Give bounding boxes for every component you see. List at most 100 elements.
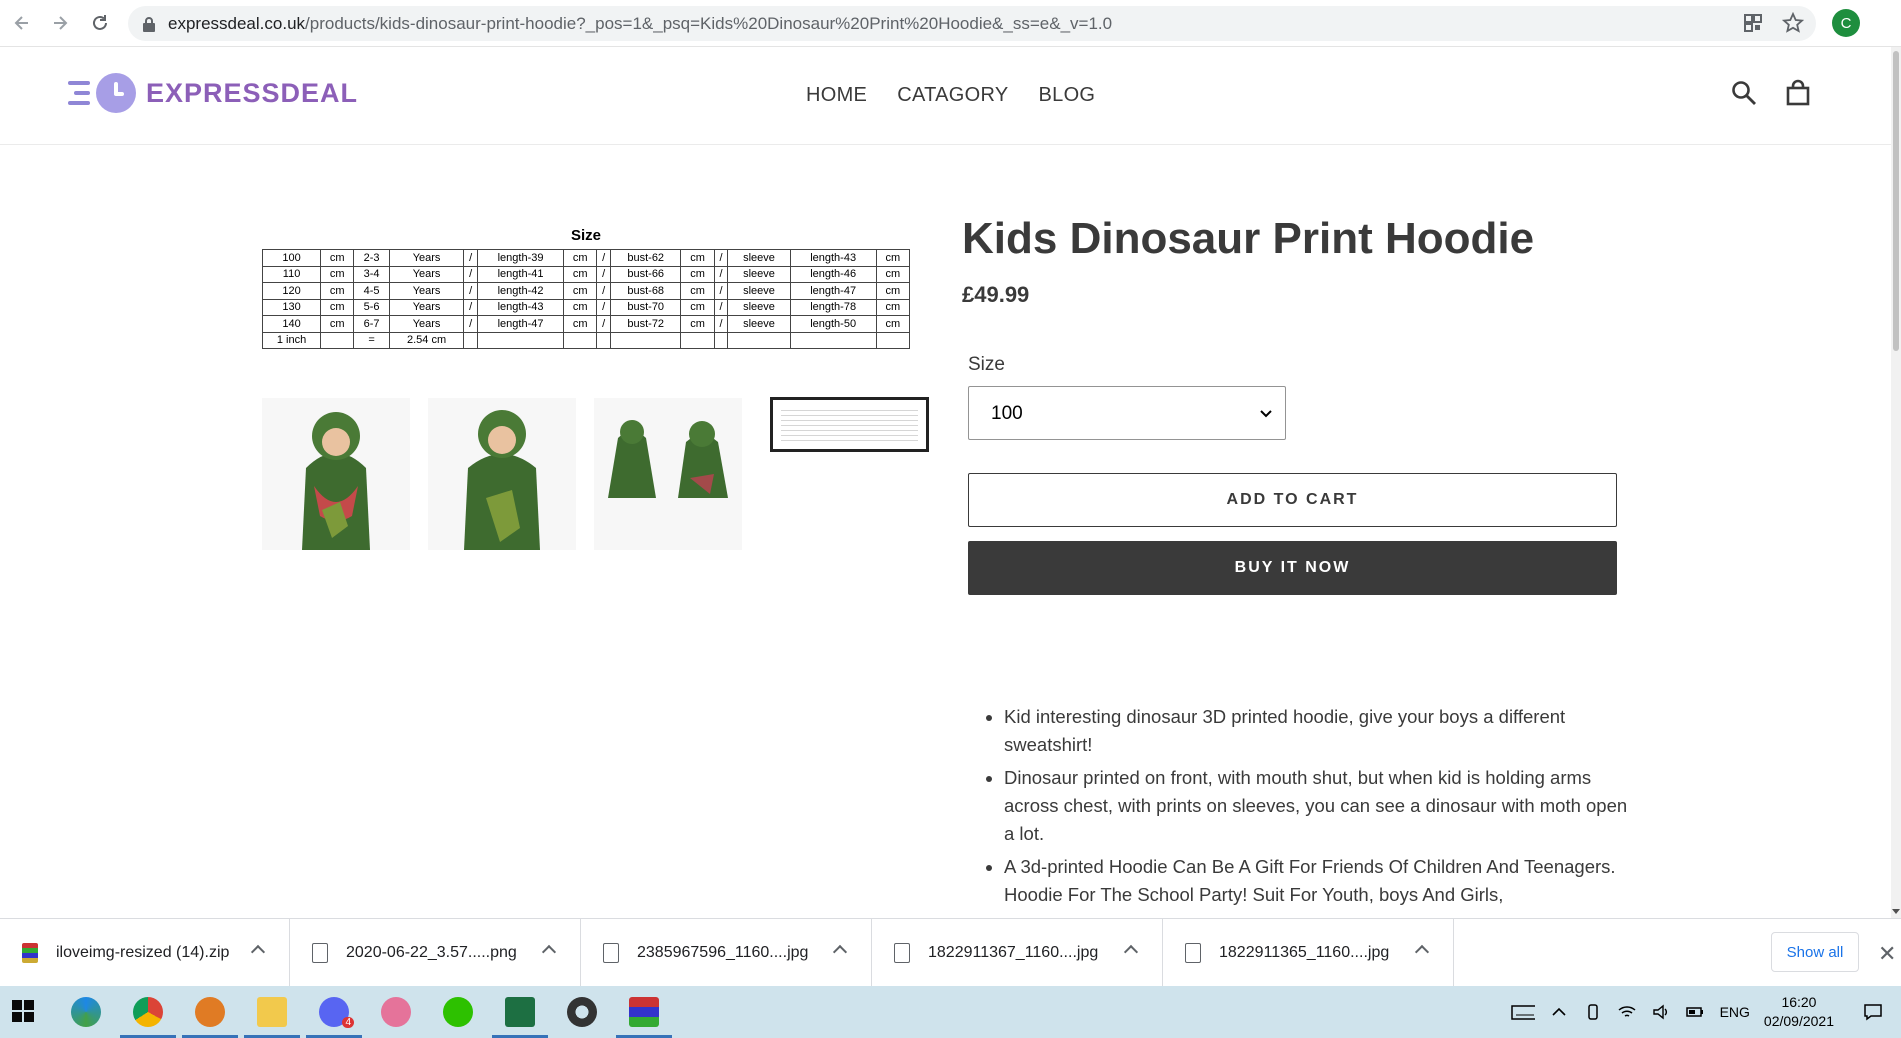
chevron-up-icon[interactable]: [1549, 1002, 1569, 1022]
size-chart-cell: Years: [388, 265, 465, 283]
clock-date: 02/09/2021: [1763, 1013, 1834, 1029]
cart-bag-icon[interactable]: [1784, 79, 1812, 107]
size-chart-cell: =: [353, 331, 390, 349]
chevron-up-icon[interactable]: [250, 944, 266, 960]
file-icon: [894, 943, 910, 963]
search-icon[interactable]: [1730, 79, 1758, 107]
file-icon: [1185, 943, 1201, 963]
download-item[interactable]: 1822911367_1160....jpg: [872, 919, 1163, 987]
buy-it-now-button[interactable]: BUY IT NOW: [968, 541, 1617, 595]
discord-icon[interactable]: 4: [306, 994, 362, 1038]
input-language[interactable]: ENG: [1720, 1004, 1750, 1020]
notifications-icon[interactable]: [1863, 1002, 1883, 1022]
scroll-down-arrow-icon[interactable]: [1892, 909, 1900, 914]
size-chart-cell: length-42: [477, 282, 565, 300]
wechat-icon[interactable]: [440, 994, 476, 1030]
thumbnail-size-chart[interactable]: [770, 397, 929, 452]
zip-file-icon: [22, 943, 38, 963]
size-chart-cell: cm: [320, 249, 355, 267]
size-chart-cell: cm: [680, 265, 715, 283]
nav-blog[interactable]: BLOG: [1039, 84, 1096, 107]
windows-start-icon[interactable]: [12, 1000, 34, 1022]
scrollbar-thumb[interactable]: [1893, 51, 1899, 351]
size-chart-cell: cm: [320, 282, 355, 300]
browser-toolbar: expressdeal.co.uk/products/kids-dinosaur…: [0, 0, 1901, 47]
size-chart-cell: cm: [563, 282, 598, 300]
wifi-icon[interactable]: [1617, 1002, 1637, 1022]
logo-text: EXPRESSDEAL: [146, 77, 359, 108]
forward-button[interactable]: [40, 3, 80, 43]
size-chart-cell: /: [713, 282, 729, 300]
download-filename: 1822911365_1160....jpg: [1219, 944, 1390, 961]
size-chart-cell: /: [596, 298, 611, 316]
show-all-button[interactable]: Show all: [1771, 932, 1859, 972]
chevron-up-icon[interactable]: [832, 944, 848, 960]
size-chart-cell: length-43: [477, 298, 565, 316]
chevron-up-icon[interactable]: [1123, 944, 1139, 960]
file-explorer-icon[interactable]: [244, 994, 300, 1038]
size-chart-cell: cm: [680, 298, 715, 316]
size-chart-cell: [463, 331, 479, 349]
site-logo[interactable]: EXPRESSDEAL: [68, 73, 358, 113]
size-select[interactable]: 100: [968, 386, 1286, 440]
profile-avatar[interactable]: C: [1832, 9, 1860, 37]
size-chart-cell: /: [713, 249, 729, 267]
download-item[interactable]: 2020-06-22_3.57.....png: [290, 919, 581, 987]
size-chart-cell: bust-62: [609, 249, 682, 267]
download-filename: 2385967596_1160....jpg: [637, 944, 809, 961]
size-chart-cell: [789, 331, 877, 349]
boy-hoodie-open-icon: [302, 412, 370, 550]
excel-icon[interactable]: [492, 994, 548, 1038]
app-icon[interactable]: [378, 994, 414, 1030]
size-chart-cell: 5-6: [353, 298, 390, 316]
back-button[interactable]: [2, 3, 42, 43]
battery-icon[interactable]: [1685, 1002, 1705, 1022]
size-chart-cell: sleeve: [727, 265, 791, 283]
size-chart-row: 140 cm 6-7 Years / length-47 cm / bust-72 cm / slee…: [261, 315, 911, 333]
system-tray: ENG 16:20 02/09/2021: [1500, 986, 1901, 1038]
download-item[interactable]: 2385967596_1160....jpg: [581, 919, 872, 987]
winrar-icon[interactable]: [616, 994, 672, 1038]
usb-icon[interactable]: [1583, 1002, 1603, 1022]
thumbnail-front-open[interactable]: [262, 398, 410, 550]
size-chart-cell: 6-7: [353, 315, 390, 333]
settings-gear-icon[interactable]: [564, 994, 600, 1030]
close-icon[interactable]: ✕: [1878, 941, 1896, 967]
add-to-cart-button[interactable]: ADD TO CART: [968, 473, 1617, 527]
chrome-icon[interactable]: [120, 994, 176, 1038]
qr-code-icon[interactable]: [1742, 12, 1764, 34]
nav-catagory[interactable]: CATAGORY: [897, 84, 1008, 107]
size-chart-table: 100 cm 2-3 Years / length-39 cm / bust-62 cm / slee…: [261, 249, 911, 349]
nav-home[interactable]: HOME: [806, 84, 867, 107]
arrow-right-icon: [54, 16, 68, 30]
keyboard-icon[interactable]: [1507, 1002, 1535, 1022]
reload-button[interactable]: [80, 3, 120, 43]
download-item[interactable]: iloveimg-resized (14).zip: [0, 919, 290, 987]
size-chart-cell: [477, 331, 565, 349]
notification-badge: 4: [342, 1017, 354, 1028]
thumbnail-front[interactable]: [428, 398, 576, 550]
chevron-up-icon[interactable]: [541, 944, 557, 960]
main-product-image[interactable]: Size 100 cm 2-3 Years / length-39 cm / bust-62 cm…: [261, 227, 911, 369]
size-chart-cell: 4-5: [353, 282, 390, 300]
size-chart-cell: cm: [875, 282, 911, 300]
size-chart-cell: length-78: [789, 298, 877, 316]
star-icon[interactable]: [1782, 12, 1804, 34]
size-chart-cell: Years: [388, 282, 465, 300]
product-title: Kids Dinosaur Print Hoodie: [962, 214, 1535, 263]
download-item[interactable]: 1822911365_1160....jpg: [1163, 919, 1454, 987]
size-chart-cell: cm: [680, 315, 715, 333]
taskbar-clock[interactable]: 16:20 02/09/2021: [1764, 993, 1834, 1031]
size-chart-cell: /: [463, 282, 479, 300]
edge-icon[interactable]: [68, 994, 104, 1030]
size-chart-cell: cm: [563, 315, 598, 333]
chevron-up-icon[interactable]: [1414, 944, 1430, 960]
description-item: Dinosaur printed on front, with mouth sh…: [1004, 764, 1630, 848]
thumbnail-flat-lay[interactable]: [594, 398, 742, 550]
mini-size-chart-icon: [781, 408, 918, 441]
size-chart-cell: Years: [388, 249, 465, 267]
app-icon[interactable]: [182, 994, 238, 1038]
volume-icon[interactable]: [1651, 1002, 1671, 1022]
page-scrollbar[interactable]: [1891, 47, 1901, 918]
address-bar[interactable]: expressdeal.co.uk/products/kids-dinosaur…: [128, 6, 1816, 41]
